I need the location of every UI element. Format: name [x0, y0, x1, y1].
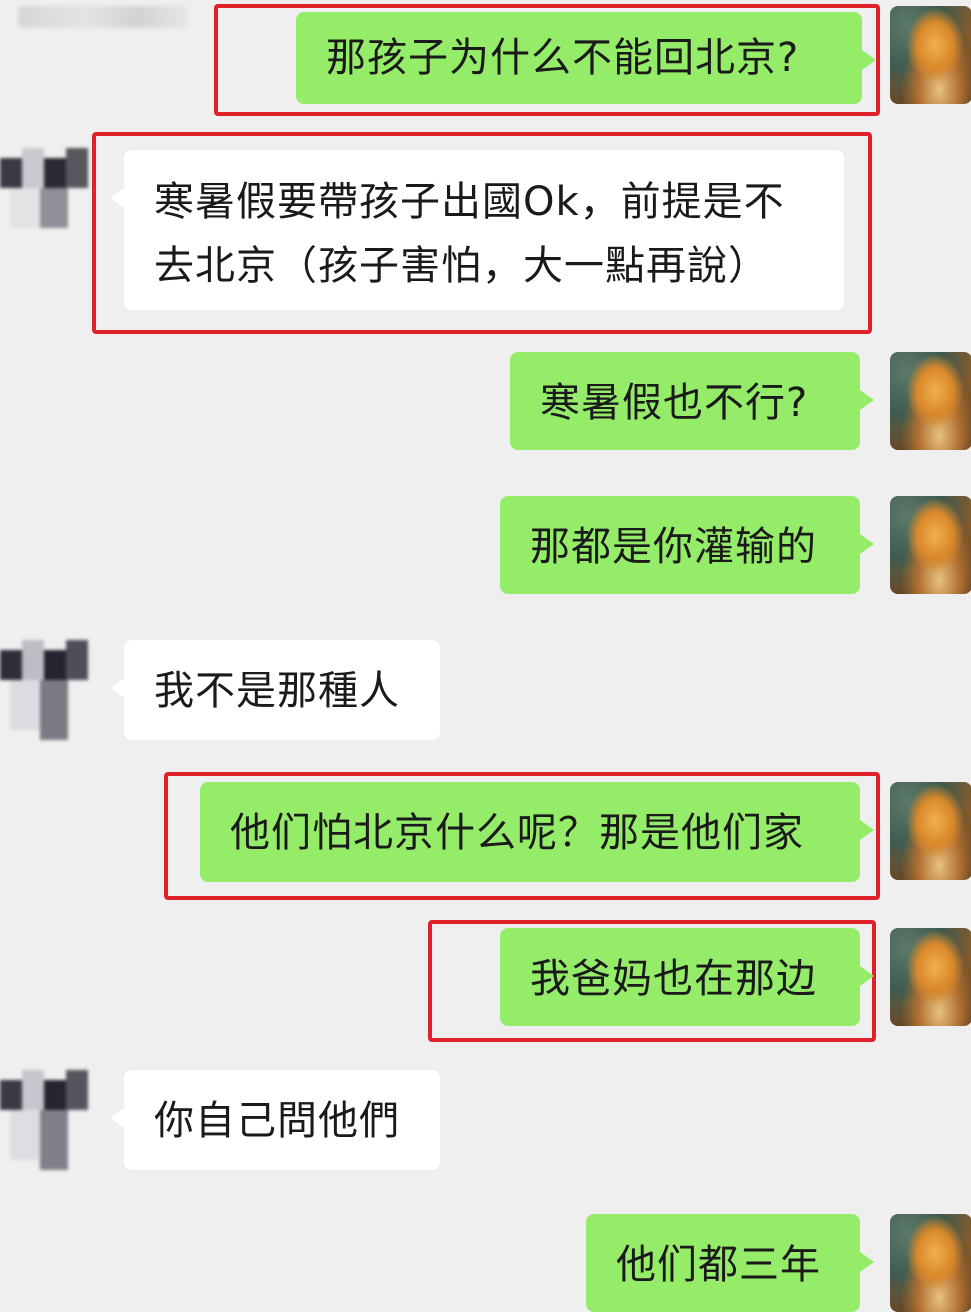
- message-bubble-sent[interactable]: 他们怕北京什么呢？那是他们家: [200, 782, 874, 882]
- my-avatar-icon[interactable]: [890, 928, 971, 1026]
- message-bubble-sent[interactable]: 他们都三年: [586, 1214, 874, 1312]
- my-avatar-icon[interactable]: [890, 352, 971, 450]
- contact-avatar-icon[interactable]: [0, 148, 100, 258]
- my-avatar-icon[interactable]: [890, 782, 971, 880]
- contact-avatar-icon[interactable]: [0, 640, 100, 750]
- message-bubble-received[interactable]: 你自己問他們: [110, 1070, 440, 1170]
- my-avatar-icon[interactable]: [890, 6, 971, 104]
- contact-avatar-icon[interactable]: [0, 1070, 100, 1180]
- message-bubble-sent[interactable]: 那孩子为什么不能回北京?: [296, 12, 876, 104]
- my-avatar-icon[interactable]: [890, 496, 971, 594]
- my-avatar-icon[interactable]: [890, 1214, 971, 1312]
- message-bubble-sent[interactable]: 那都是你灌输的: [500, 496, 874, 594]
- message-bubble-sent[interactable]: 寒暑假也不行?: [510, 352, 874, 450]
- message-bubble-received[interactable]: 寒暑假要帶孩子出國Ok，前提是不去北京（孩子害怕，大一點再說）: [110, 150, 844, 310]
- chat-window: 那孩子为什么不能回北京? 寒暑假要帶孩子出國Ok，前提是不去北京（孩子害怕，大一…: [0, 0, 971, 1312]
- message-bubble-received[interactable]: 我不是那種人: [110, 640, 440, 740]
- message-bubble-sent[interactable]: 我爸妈也在那边: [500, 928, 874, 1026]
- blurred-timestamp: [18, 6, 188, 28]
